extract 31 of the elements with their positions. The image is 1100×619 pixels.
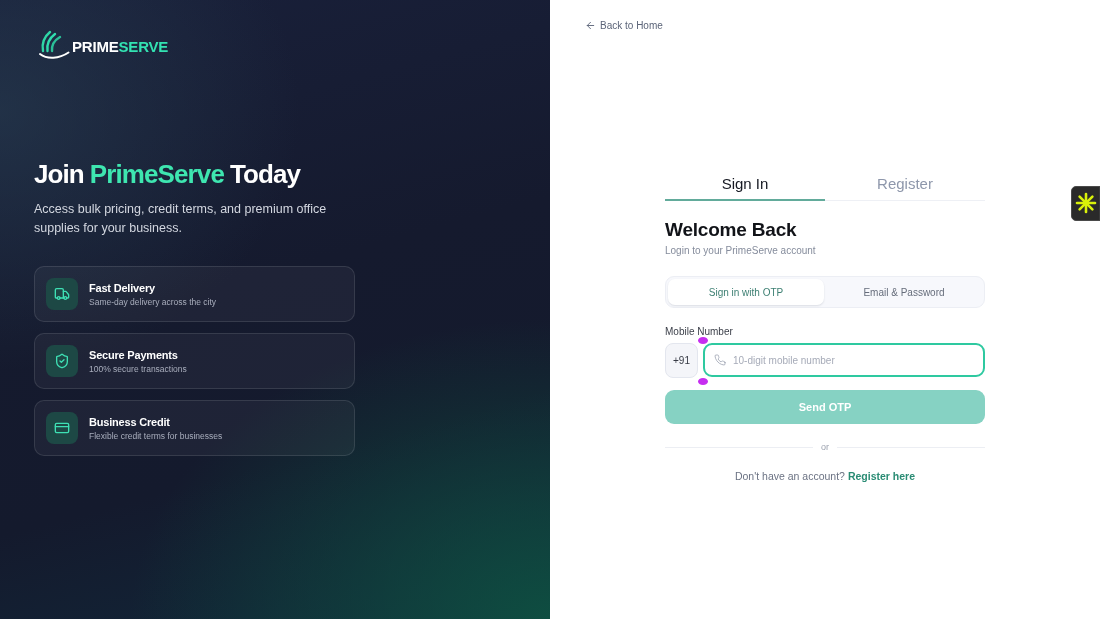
hero-description: Access bulk pricing, credit terms, and premium office supplies for your business. [34,201,328,237]
register-link[interactable]: Register here [847,470,916,482]
feature-title: Secure Payments [89,347,179,362]
selection-handle-icon[interactable] [698,378,708,385]
form-title: Welcome Back [665,218,798,242]
feature-title: Business Credit [89,414,171,429]
hero-heading: Join PrimeServe Today [34,158,301,191]
logo-icon [38,30,70,60]
tab[interactable]: Sign In [665,167,825,201]
feature-title: Fast Delivery [89,280,156,295]
field-label: Mobile Number [665,326,734,338]
back-link[interactable]: Back to Home [585,18,663,33]
feature-description: Flexible credit terms for businesses [89,429,223,442]
segment-option[interactable]: Sign in with OTP [668,279,824,305]
shield-check-icon [46,345,78,377]
segment-option[interactable]: Email & Password [826,279,982,305]
mobile-number-field[interactable]: 10-digit mobile number [703,343,985,377]
phone-icon [714,354,726,366]
asterisk-icon[interactable] [1071,186,1100,221]
form-subtitle: Login to your PrimeServe account [665,244,817,258]
feature-description: 100% secure transactions [89,362,187,375]
divider-text: or [821,441,829,453]
credit-card-icon [46,412,78,444]
signup-prompt: Don't have an account? Register here [733,469,917,483]
logo-wordmark: PRIMESERVE [72,37,169,56]
country-code-box[interactable]: +91 [665,343,698,378]
truck-icon [46,278,78,310]
tab[interactable]: Register [825,167,985,201]
arrow-left-icon [585,20,596,31]
selection-handle-icon[interactable] [698,337,708,344]
feature-description: Same-day delivery across the city [89,295,217,308]
